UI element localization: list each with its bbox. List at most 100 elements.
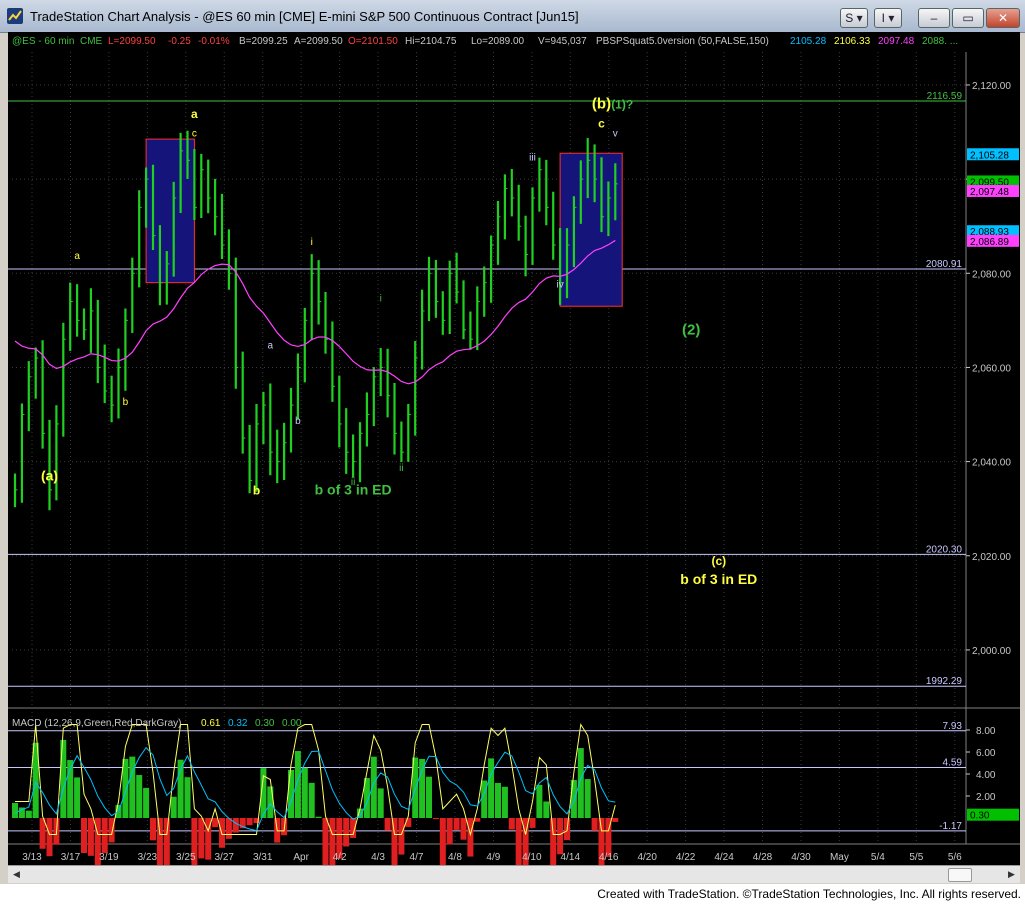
- wave-label: (a): [41, 467, 58, 483]
- date-tick-label: 4/2: [333, 852, 347, 863]
- date-tick-label: 4/9: [486, 852, 500, 863]
- wave-label: v: [613, 129, 618, 140]
- wave-label: i: [311, 237, 313, 248]
- macd-histogram-bar: [308, 782, 315, 818]
- macd-tick-label: 2.00: [976, 792, 996, 803]
- date-tick-label: 4/30: [791, 852, 811, 863]
- date-tick-label: 4/10: [522, 852, 542, 863]
- macd-histogram-bar: [136, 775, 143, 818]
- price-tag-label: 2,086.89: [970, 237, 1009, 248]
- macd-histogram-bar: [557, 818, 564, 855]
- date-tick-label: 3/27: [215, 852, 235, 863]
- macd-histogram-bar: [150, 818, 156, 841]
- macd-level-label: 7.93: [943, 721, 963, 732]
- macd-histogram-bar: [60, 739, 67, 818]
- macd-histogram-bar: [495, 782, 501, 818]
- price-tick-label: 2,020.00: [972, 552, 1011, 563]
- level-label: 1992.29: [926, 676, 963, 687]
- tradestation-app-icon: [7, 8, 23, 24]
- macd-histogram-bar: [481, 780, 488, 818]
- chevron-down-icon: ▾: [888, 11, 895, 25]
- header-pct: -0.01%: [198, 36, 230, 47]
- macd-histogram-bar: [184, 777, 191, 818]
- header-study-val-2: 2106.33: [834, 36, 871, 47]
- macd-histogram-bar: [294, 751, 301, 818]
- restore-icon: ▭: [962, 11, 974, 25]
- macd-avg-value: 0.32: [228, 718, 248, 729]
- scroll-left-arrow-icon[interactable]: ◀: [9, 867, 24, 882]
- macd-histogram-bar: [439, 818, 446, 865]
- macd-histogram-bar: [508, 818, 515, 830]
- scroll-thumb[interactable]: [948, 868, 972, 882]
- date-tick-label: 4/20: [637, 852, 657, 863]
- date-tick-label: 4/24: [714, 852, 734, 863]
- wave-label: b: [295, 416, 301, 427]
- wave-label: (b): [592, 95, 611, 112]
- minimize-button[interactable]: –: [918, 8, 950, 28]
- macd-value: 0.61: [201, 718, 221, 729]
- wave-label: c: [192, 129, 197, 140]
- macd-tick-label: 6.00: [976, 748, 996, 759]
- macd-histogram-bar: [432, 818, 439, 820]
- date-tick-label: 3/23: [138, 852, 158, 863]
- macd-histogram-bar: [426, 776, 432, 818]
- header-volume: V=945,037: [538, 36, 587, 47]
- macd-histogram-bar: [322, 818, 329, 865]
- macd-histogram-bar: [25, 810, 32, 818]
- minimize-icon: –: [930, 11, 938, 25]
- macd-histogram-bar: [377, 788, 384, 818]
- wave-label: iii: [529, 152, 536, 163]
- macd-diff-value: 0.30: [255, 718, 275, 729]
- macd-histogram-bar: [446, 818, 453, 845]
- macd-histogram-bar: [267, 786, 274, 818]
- macd-histogram-bar: [225, 818, 232, 839]
- price-tick-label: 2,060.00: [972, 363, 1011, 374]
- chart-window[interactable]: 2116.59 2080.91 2020.30 1992.29 (a) a b a c b a b i…: [8, 32, 1020, 865]
- macd-level-label: 4.59: [943, 758, 963, 769]
- symbol-link-button[interactable]: S ▾: [840, 8, 868, 28]
- scroll-right-arrow-icon[interactable]: ▶: [1004, 867, 1019, 882]
- macd-tick-label: 4.00: [976, 770, 996, 781]
- macd-level-label: -1.17: [939, 821, 962, 832]
- date-tick-label: 3/31: [253, 852, 273, 863]
- wave-label: i: [380, 294, 382, 305]
- macd-histogram-bar: [467, 818, 474, 857]
- wave-label: (1)?: [611, 97, 633, 111]
- macd-histogram-bar: [163, 818, 170, 865]
- header-bid: B=2099.25: [239, 36, 288, 47]
- date-tick-label: 3/13: [22, 852, 42, 863]
- header-last: L=2099.50: [108, 36, 156, 47]
- header-symbol: @ES - 60 min: [12, 36, 74, 47]
- macd-histogram-bar: [384, 818, 391, 831]
- header-change: -0.25: [168, 36, 191, 47]
- price-chart[interactable]: 2116.592080.912020.301992.29 (a)abacbabi…: [8, 32, 1020, 865]
- header-open: O=2101.50: [348, 36, 398, 47]
- close-button[interactable]: ✕: [986, 8, 1020, 28]
- macd-histogram-bar: [460, 818, 467, 840]
- price-tick-label: 2,080.00: [972, 269, 1011, 280]
- footer: Created with TradeStation. ©TradeStation…: [0, 884, 1025, 905]
- restore-button[interactable]: ▭: [952, 8, 984, 28]
- wave-label: iv: [556, 279, 563, 290]
- wave-label: (2): [682, 321, 700, 338]
- indicator-link-button[interactable]: I ▾: [874, 8, 902, 28]
- price-tag-label: 2,105.28: [970, 150, 1009, 161]
- level-label: 2080.91: [926, 259, 963, 270]
- wave-label: c: [598, 116, 605, 130]
- symbol-link-label: S: [845, 11, 854, 25]
- copyright-text: Created with TradeStation. ©TradeStation…: [597, 887, 1021, 901]
- chevron-down-icon: ▾: [856, 11, 863, 25]
- horizontal-scrollbar[interactable]: ◀ ▶: [8, 865, 1020, 883]
- close-icon: ✕: [997, 11, 1009, 25]
- macd-histogram-bar: [170, 796, 177, 818]
- wave-label: a: [268, 341, 274, 352]
- indicator-link-label: I: [881, 11, 885, 25]
- date-tick-label: 3/17: [61, 852, 81, 863]
- date-tick-label: 4/8: [448, 852, 462, 863]
- macd-histogram-bar: [122, 758, 129, 818]
- wave-label: b: [253, 484, 260, 498]
- date-tick-label: 4/28: [753, 852, 773, 863]
- date-tick-label: 5/4: [871, 852, 885, 863]
- macd-histogram-bar: [198, 818, 205, 859]
- header-high: Hi=2104.75: [405, 36, 457, 47]
